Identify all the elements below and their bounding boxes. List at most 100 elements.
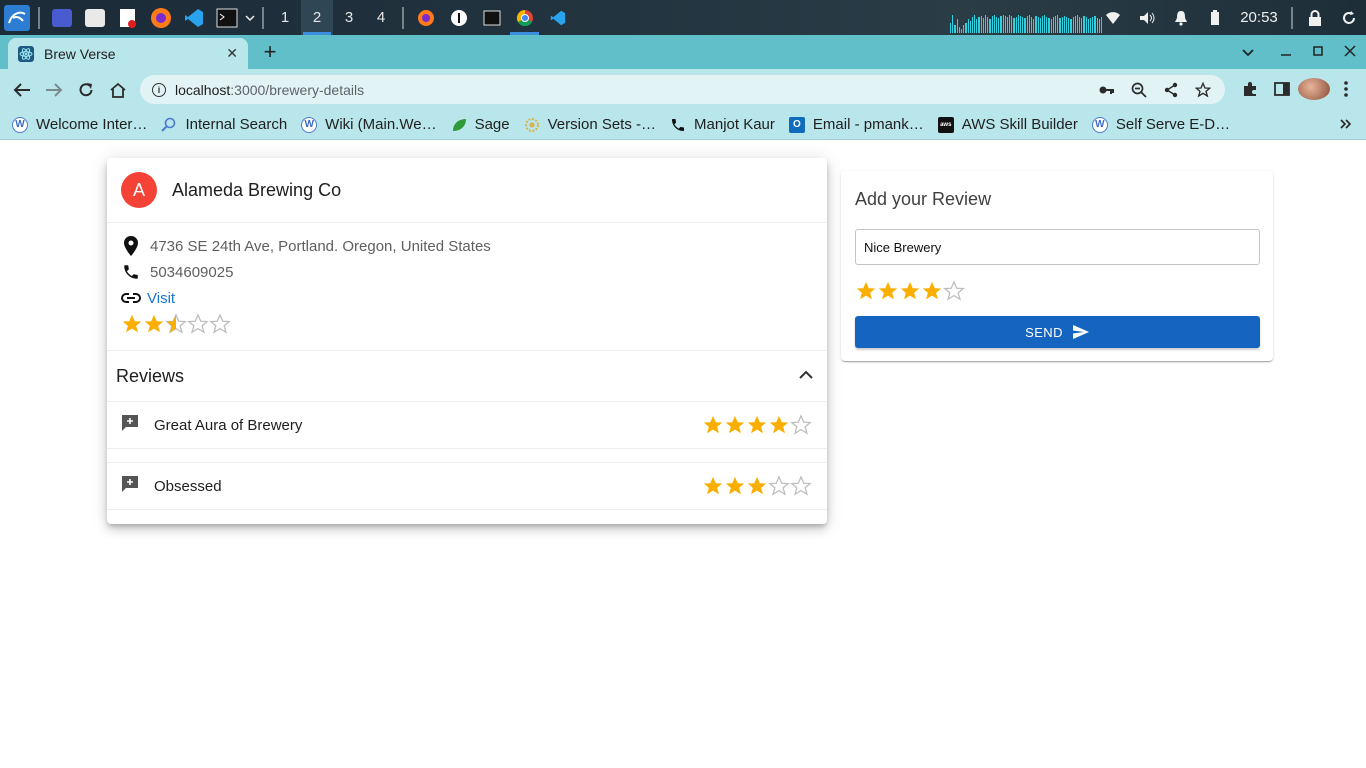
star-filled-icon[interactable] <box>899 280 921 302</box>
cpu-graph-bar <box>1048 18 1050 33</box>
side-panel-icon[interactable] <box>1266 82 1298 96</box>
kali-menu-icon[interactable] <box>0 0 33 35</box>
url-text[interactable]: localhost:3000/brewery-details <box>175 82 364 98</box>
bookmark-version-sets[interactable]: Version Sets -… <box>524 116 656 133</box>
reload-icon[interactable] <box>74 78 98 102</box>
star-filled-icon[interactable] <box>921 280 943 302</box>
workspace-1[interactable]: 1 <box>269 0 301 35</box>
wifi-icon[interactable] <box>1096 11 1130 25</box>
share-icon[interactable] <box>1155 82 1187 98</box>
bookmarks-overflow-icon[interactable] <box>1340 116 1352 133</box>
home-icon[interactable] <box>106 78 130 102</box>
lock-icon[interactable] <box>1298 9 1332 26</box>
refresh-session-icon[interactable] <box>1332 10 1366 26</box>
chrome-window-icon[interactable] <box>508 0 541 35</box>
location-pin-icon <box>121 236 141 256</box>
extensions-puzzle-icon[interactable] <box>1234 81 1266 97</box>
brewery-info: 4736 SE 24th Ave, Portland. Oregon, Unit… <box>107 223 827 351</box>
close-window-icon[interactable] <box>1334 44 1366 60</box>
chevron-up-icon[interactable] <box>799 367 813 385</box>
bookmark-manjot-kaur[interactable]: Manjot Kaur <box>670 116 775 133</box>
address-bar[interactable]: i localhost:3000/brewery-details <box>140 75 1225 104</box>
bookmark-label: Sage <box>474 116 510 133</box>
brewery-avatar: A <box>121 172 157 208</box>
cpu-graph-bar <box>989 19 991 33</box>
bookmark-star-icon[interactable] <box>1187 81 1219 98</box>
cpu-graph-bar <box>1044 15 1046 33</box>
cpu-graph-bar <box>1063 16 1065 33</box>
zoom-icon[interactable] <box>1123 82 1155 98</box>
workspace-3[interactable]: 3 <box>333 0 365 35</box>
cpu-graph-bar <box>1024 18 1026 33</box>
chevron-down-icon[interactable] <box>243 0 257 35</box>
menu-kebab-icon[interactable] <box>1330 81 1362 97</box>
leaf-icon <box>451 117 467 133</box>
battery-icon[interactable] <box>1198 9 1232 26</box>
cpu-graph-bar <box>1046 17 1048 33</box>
workspace-2[interactable]: 2 <box>301 0 333 35</box>
text-editor-icon[interactable] <box>111 0 144 35</box>
star-filled-icon[interactable] <box>855 280 877 302</box>
site-info-icon[interactable]: i <box>152 82 166 97</box>
firefox-icon[interactable] <box>144 0 177 35</box>
cpu-graph-bar <box>967 19 969 33</box>
profile-avatar[interactable] <box>1298 78 1330 100</box>
terminal-window-icon[interactable] <box>475 0 508 35</box>
brewery-name: Alameda Brewing Co <box>172 179 342 200</box>
bookmark-wiki[interactable]: W Wiki (Main.We… <box>301 116 437 133</box>
cpu-graph-bar <box>1028 15 1030 33</box>
file-manager-icon[interactable] <box>78 0 111 35</box>
outlook-icon: O <box>788 116 805 133</box>
cpu-graph-bar <box>1050 19 1052 33</box>
send-label: SEND <box>1025 324 1063 340</box>
cpu-graph-bar <box>969 21 971 33</box>
cpu-graph-bar <box>1055 16 1057 33</box>
app-window-icon[interactable] <box>442 0 475 35</box>
address-row: 4736 SE 24th Ave, Portland. Oregon, Unit… <box>121 233 813 259</box>
terminal-icon[interactable] <box>210 0 243 35</box>
back-icon[interactable] <box>10 78 34 102</box>
bookmark-welcome[interactable]: W Welcome Inter… <box>12 116 147 133</box>
send-review-button[interactable]: SEND <box>855 316 1260 348</box>
vscode-icon[interactable] <box>177 0 210 35</box>
bookmark-internal-search[interactable]: Internal Search <box>161 116 287 133</box>
review-divider <box>107 449 827 462</box>
bookmark-email[interactable]: O Email - pmank… <box>788 116 924 133</box>
review-text-input[interactable] <box>855 229 1260 265</box>
cpu-graph-bar <box>1070 19 1072 33</box>
cpu-graph-bar <box>995 17 998 33</box>
bookmark-sage[interactable]: Sage <box>451 116 510 133</box>
tab-brew-verse[interactable]: Brew Verse ✕ <box>8 38 248 69</box>
bookmark-label: Email - pmank… <box>812 116 924 133</box>
key-icon[interactable] <box>1091 85 1123 95</box>
cpu-graph-bar <box>1015 17 1017 33</box>
close-tab-icon[interactable]: ✕ <box>226 45 238 62</box>
star-filled-icon[interactable] <box>877 280 899 302</box>
maximize-icon[interactable] <box>1302 44 1334 60</box>
clock[interactable]: 20:53 <box>1232 9 1286 26</box>
star-filled-icon <box>143 313 165 335</box>
browser-tabstrip: Brew Verse ✕ + <box>0 35 1366 69</box>
review-comment-icon <box>121 475 139 498</box>
reviews-accordion-header[interactable]: Reviews <box>107 351 827 401</box>
star-empty-icon <box>768 475 790 497</box>
review-item: Great Aura of Brewery <box>107 401 827 449</box>
desktop-icon[interactable] <box>45 0 78 35</box>
new-tab-button[interactable]: + <box>258 39 282 64</box>
vscode-window-icon[interactable] <box>541 0 574 35</box>
firefox-window-icon[interactable] <box>409 0 442 35</box>
notification-bell-icon[interactable] <box>1164 10 1198 26</box>
bookmark-aws-skill-builder[interactable]: aws AWS Skill Builder <box>937 116 1078 133</box>
system-tray: 20:53 <box>1096 0 1366 35</box>
review-rating-input[interactable] <box>855 280 1259 302</box>
tab-search-chevron-icon[interactable] <box>1232 44 1264 60</box>
star-empty-icon[interactable] <box>943 280 965 302</box>
review-comment-icon <box>121 414 139 437</box>
visit-link[interactable]: Visit <box>147 290 175 307</box>
taskbar-separator <box>402 6 404 29</box>
minimize-icon[interactable] <box>1270 44 1302 60</box>
bookmark-self-serve[interactable]: W Self Serve E-D… <box>1091 116 1230 133</box>
volume-icon[interactable] <box>1130 10 1164 26</box>
forward-icon[interactable] <box>42 78 66 102</box>
workspace-4[interactable]: 4 <box>365 0 397 35</box>
